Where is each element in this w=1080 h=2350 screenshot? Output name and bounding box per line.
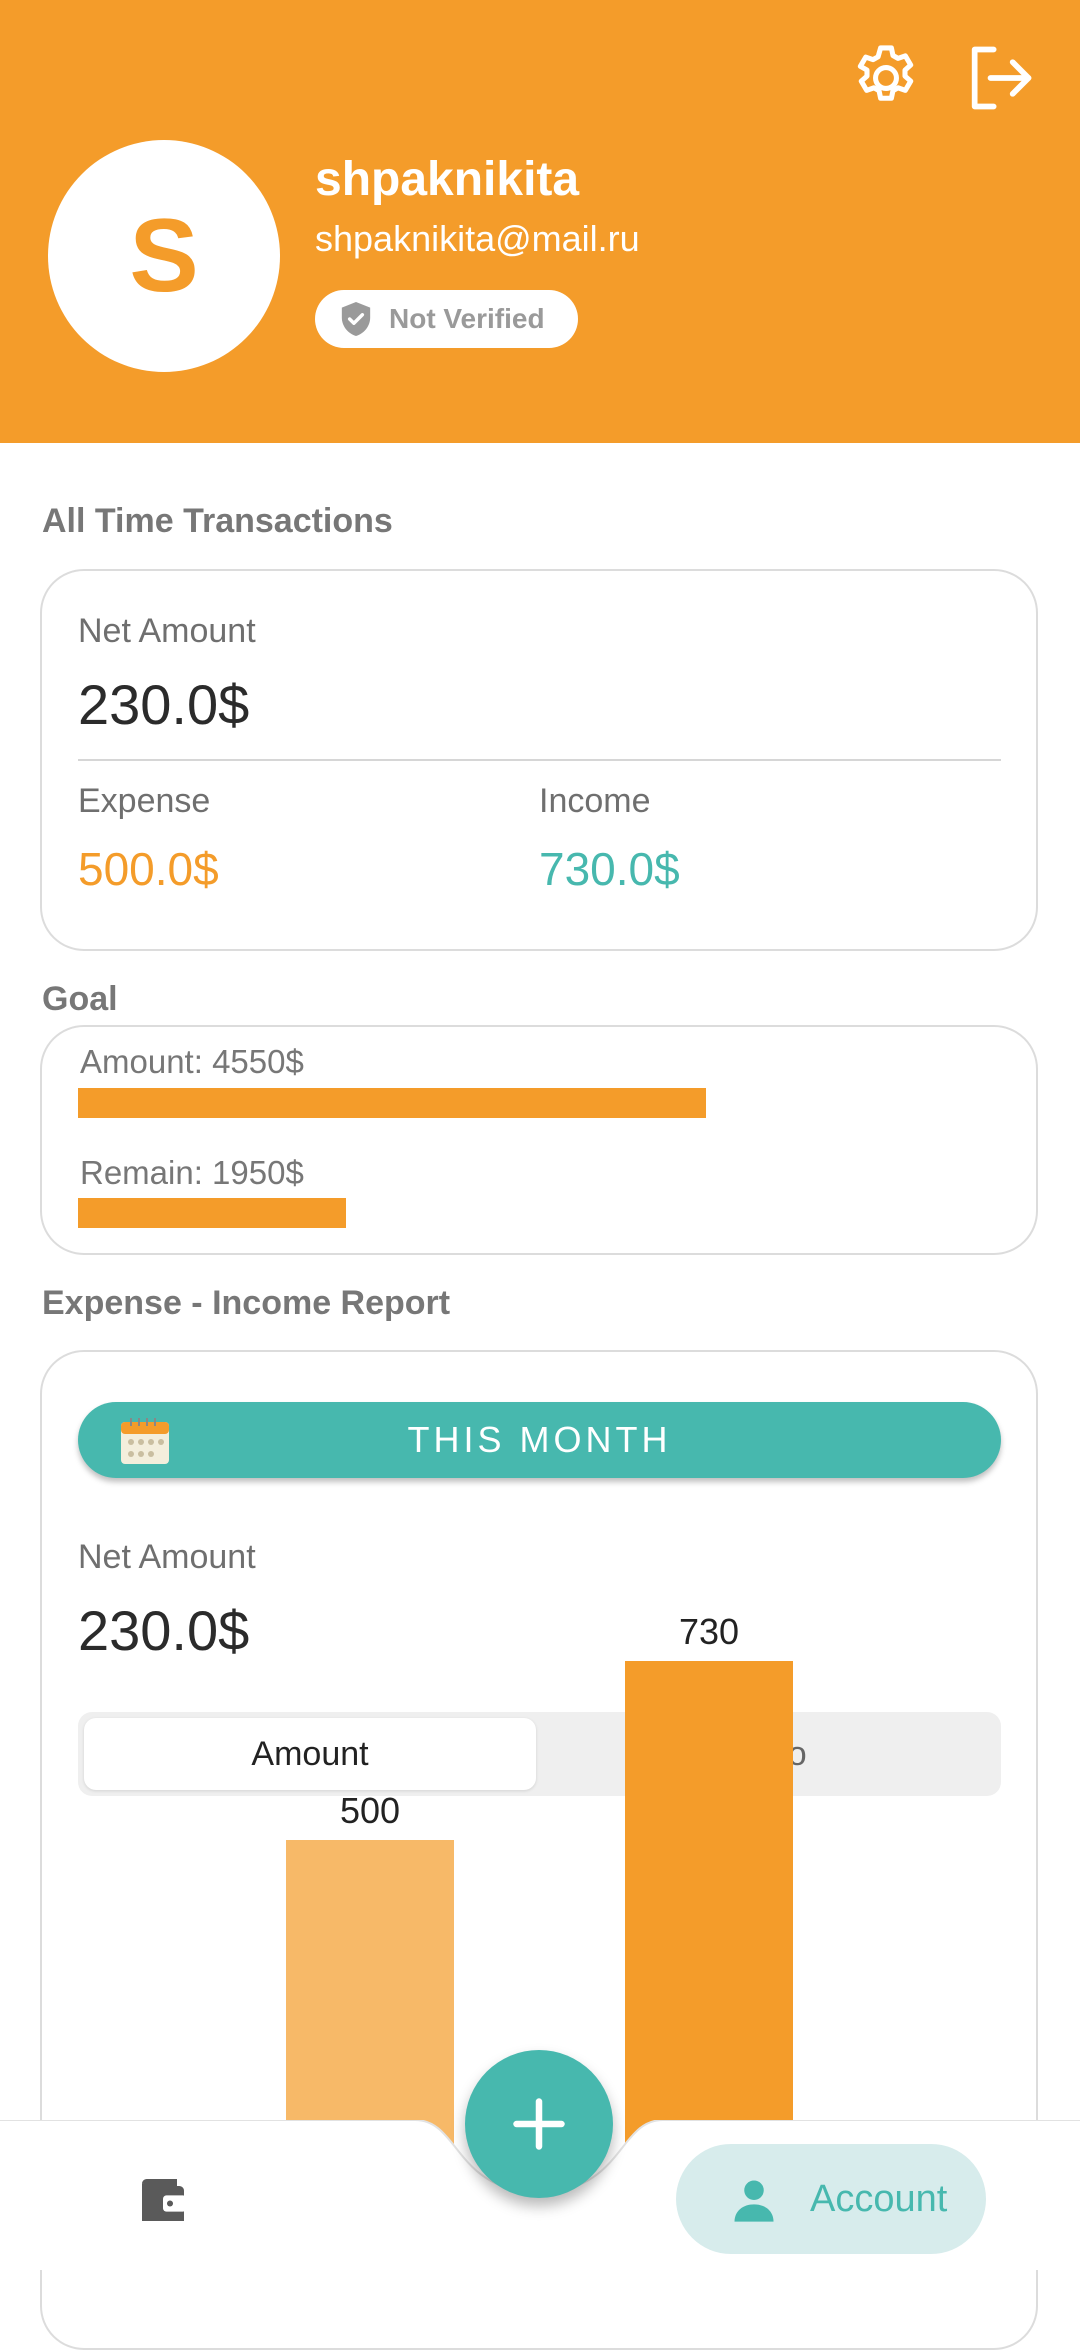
nav-account-tab[interactable]: Account <box>676 2144 986 2254</box>
wallet-icon[interactable] <box>134 2172 192 2228</box>
this-month-button[interactable]: THIS MONTH <box>78 1402 1001 1478</box>
report-title: Expense - Income Report <box>42 1284 451 1322</box>
income-bar-label: 730 <box>678 1610 740 1652</box>
expense-bar-label: 500 <box>339 1790 401 1831</box>
verification-status: Not Verified <box>389 303 545 334</box>
nav-account-label: Account <box>810 2178 948 2220</box>
goal-amount-bar <box>78 1088 706 1118</box>
goal-amount-label: Amount: 4550$ <box>80 1043 304 1080</box>
profile-header: S shpaknikita shpaknikita@mail.ru Not Ve… <box>0 0 1080 443</box>
segment-amount[interactable]: Amount <box>84 1718 536 1790</box>
plus-icon <box>513 2098 565 2150</box>
username: shpaknikita <box>315 153 580 206</box>
logout-icon[interactable] <box>962 40 1038 116</box>
shield-check-icon <box>341 302 371 336</box>
report-net-value: 230.0$ <box>78 1599 250 1662</box>
gear-icon[interactable] <box>848 40 924 116</box>
goal-title: Goal <box>42 980 118 1018</box>
goal-remain-label: Remain: 1950$ <box>80 1154 304 1191</box>
segment-control: Amount Ratio <box>78 1712 1001 1796</box>
all-time-title: All Time Transactions <box>42 502 393 540</box>
income-label: Income <box>539 782 651 820</box>
this-month-label: THIS MONTH <box>407 1419 672 1460</box>
expense-value: 500.0$ <box>78 843 219 895</box>
avatar-letter: S <box>129 197 199 314</box>
income-value: 730.0$ <box>539 843 680 895</box>
net-amount-value: 230.0$ <box>78 673 250 736</box>
verification-badge[interactable]: Not Verified <box>315 290 578 348</box>
expense-label: Expense <box>78 782 211 820</box>
divider <box>78 759 1001 761</box>
user-email: shpaknikita@mail.ru <box>315 218 640 259</box>
avatar: S <box>48 140 280 372</box>
report-net-label: Net Amount <box>78 1538 256 1576</box>
goal-remain-bar <box>78 1198 346 1228</box>
add-transaction-button[interactable] <box>465 2050 613 2198</box>
net-amount-label: Net Amount <box>78 612 256 650</box>
person-icon <box>734 2180 774 2222</box>
